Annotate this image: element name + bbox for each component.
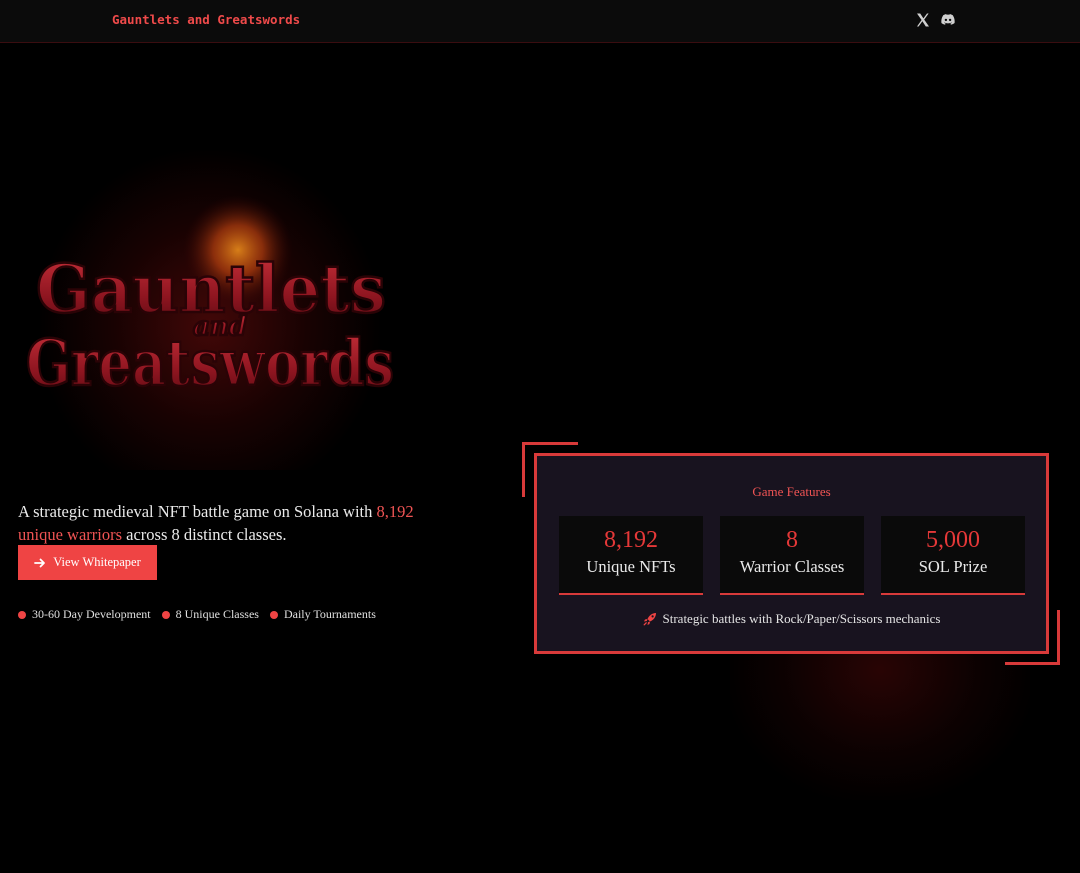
stat-card-classes: 8 Warrior Classes [720,516,864,595]
highlight-classes: 8 Unique Classes [161,607,259,622]
stat-label: SOL Prize [918,557,988,576]
discord-icon[interactable] [940,13,956,29]
highlight-tournaments: Daily Tournaments [269,607,376,622]
tagline-end: across 8 distinct classes. [122,525,287,544]
mechanics-text: Strategic battles with Rock/Paper/Scisso… [662,611,941,626]
highlight-label: 30-60 Day Development [32,607,151,621]
x-icon[interactable] [915,12,931,28]
view-whitepaper-button[interactable]: View Whitepaper [18,545,157,580]
stat-value: 8,192 [604,527,658,553]
stat-value: 5,000 [926,527,980,553]
red-dot-icon [18,610,26,619]
game-features-panel: Game Features 8,192 Unique NFTs 8 Warrio… [534,453,1049,654]
stat-value: 8 [786,527,798,553]
stats-row: 8,192 Unique NFTs 8 Warrior Classes 5,00… [559,516,1025,595]
tagline-start: A strategic medieval NFT battle game on … [18,502,377,521]
stat-label: Warrior Classes [739,557,845,576]
highlight-development: 30-60 Day Development [18,607,151,622]
game-logo: Gauntlets and Greatswords [18,190,408,420]
brand-link[interactable]: Gauntlets and Greatswords [112,12,300,27]
rocket-icon [643,613,656,626]
arrow-right-icon [34,558,46,567]
stat-label: Unique NFTs [586,557,676,576]
view-whitepaper-label: View Whitepaper [53,555,141,569]
red-dot-icon [269,610,278,619]
top-navbar: Gauntlets and Greatswords [0,0,1080,43]
red-dot-icon [161,610,170,619]
mechanics-note: Strategic battles with Rock/Paper/Scisso… [537,611,1046,627]
stat-card-prize: 5,000 SOL Prize [881,516,1025,595]
logo-line-3: Greatswords [26,326,394,401]
hero-tagline: A strategic medieval NFT battle game on … [18,500,438,546]
highlight-label: Daily Tournaments [283,607,376,621]
highlight-label: 8 Unique Classes [175,607,259,621]
stat-card-nfts: 8,192 Unique NFTs [559,516,703,595]
panel-title: Game Features [752,484,831,499]
feature-highlights: 30-60 Day Development 8 Unique Classes D… [18,607,376,622]
